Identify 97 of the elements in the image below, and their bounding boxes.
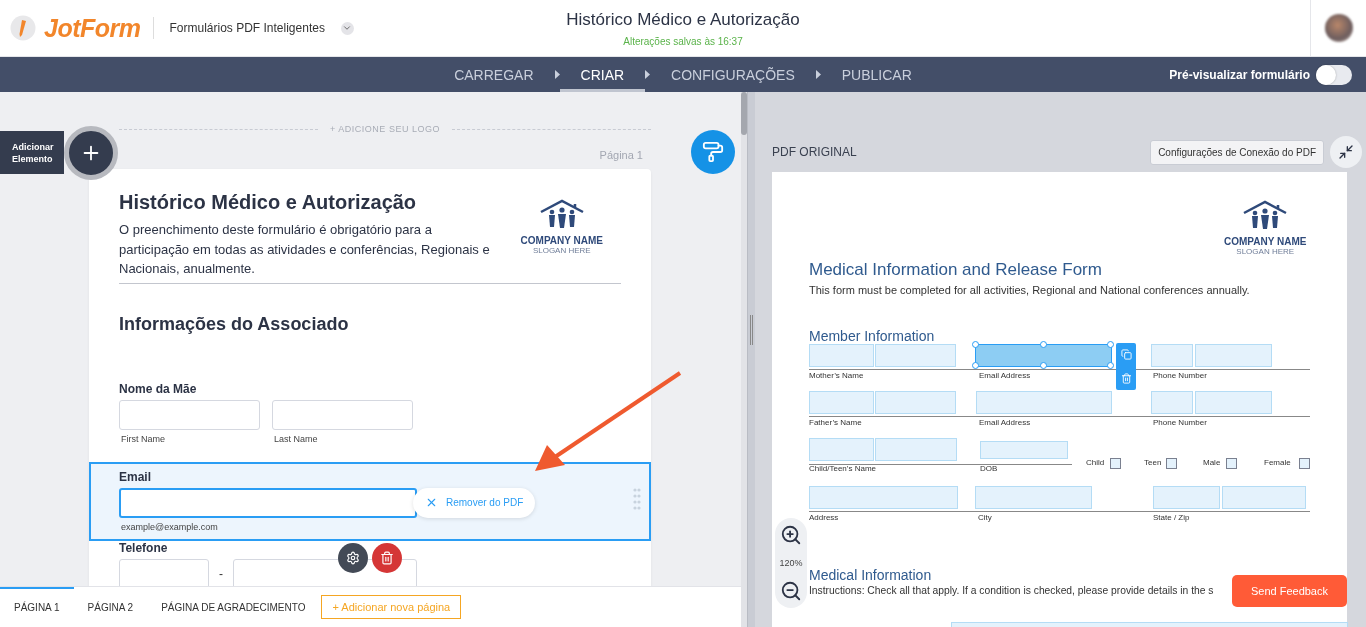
pdf-field-label: Phone Number — [1153, 371, 1207, 380]
pdf-field-box[interactable] — [975, 344, 1112, 367]
paint-roller-button[interactable] — [691, 130, 735, 174]
paint-roller-icon — [702, 141, 724, 163]
pdf-field-label: Email Address — [979, 418, 1031, 427]
form-heading: Histórico Médico e Autorização — [119, 191, 418, 214]
pdf-field-label: City — [978, 513, 992, 522]
field-label: Telefone — [119, 540, 168, 555]
save-status: Alterações salvas às 16:37 — [623, 35, 743, 47]
pdf-field-box[interactable] — [1195, 391, 1272, 414]
step-tab[interactable]: CRIAR — [559, 57, 646, 92]
form-field[interactable]: Telefone - — [89, 540, 651, 586]
pdf-field-box[interactable] — [976, 391, 1112, 414]
pdf-checkbox[interactable] — [1226, 458, 1237, 469]
pdf-field-box[interactable] — [1151, 344, 1193, 367]
form-field[interactable]: Nome da Mãe First Name Last Name — [89, 381, 651, 462]
pdf-checkbox[interactable] — [1110, 458, 1121, 469]
pdf-instructions: Instructions: Check all that apply. If a condition is checked, please provide details in the s — [809, 585, 1214, 596]
zoom-level: 120% — [779, 558, 803, 568]
pdf-field-label: Address — [809, 513, 839, 522]
add-element-button[interactable] — [64, 126, 118, 180]
caret-icon — [554, 70, 560, 79]
pdf-section-title: Medical Information — [809, 567, 932, 583]
pdf-field-label: Mother’s Name — [809, 371, 864, 380]
pdf-field-box[interactable] — [875, 391, 956, 414]
selected-field[interactable]: Email Remover do PDF example@example.com — [89, 461, 651, 541]
minimize-icon[interactable] — [1330, 136, 1362, 168]
pdf-subtitle: This form must be completed for all activities, Regional and National conferences annually. — [809, 284, 1250, 296]
company-name: COMPANY NAME — [520, 235, 603, 246]
pencil-logo-icon — [10, 15, 36, 41]
pdf-field-box[interactable] — [975, 486, 1092, 509]
copy-icon[interactable] — [1120, 349, 1132, 361]
pdf-field-label: State / Zip — [1153, 513, 1190, 522]
step-tab[interactable]: CARREGAR — [433, 57, 555, 92]
form-title: Histórico Médico e Autorização — [566, 9, 800, 30]
gear-icon — [346, 550, 360, 565]
preview-label: Pré-visualizar formulário — [1169, 67, 1310, 82]
pdf-field-box[interactable] — [809, 344, 874, 367]
resize-handle[interactable] — [750, 314, 753, 345]
avatar[interactable] — [1324, 14, 1353, 42]
pdf-field-box[interactable] — [1222, 486, 1306, 509]
pdf-field-box[interactable] — [875, 438, 957, 461]
text-input[interactable] — [119, 399, 260, 430]
company-name: COMPANY NAME — [1224, 236, 1307, 247]
phone-separator: - — [218, 566, 224, 581]
drag-handle-icon[interactable] — [633, 487, 641, 510]
company-slogan: SLOGAN HERE — [532, 246, 591, 255]
form-description: O preenchimento deste formulário é obrigatório para a participação em todas as atividades e conferências, Regionais e Nacionais, anualmente. — [119, 221, 491, 278]
field-sublabel: First Name — [120, 433, 166, 444]
field-label: Nome da Mãe — [119, 381, 197, 396]
close-icon — [425, 496, 438, 509]
field-sublabel: Last Name — [273, 433, 319, 444]
pdf-field-box[interactable] — [980, 441, 1068, 459]
pdf-field-box[interactable] — [809, 486, 958, 509]
page-label: Página 1 — [599, 149, 643, 161]
area-code-input[interactable] — [119, 558, 209, 586]
pdf-field-box[interactable] — [875, 344, 956, 367]
email-input[interactable] — [119, 487, 417, 518]
pdf-title: Medical Information and Release Form — [809, 260, 1102, 280]
chevron-down-icon[interactable] — [340, 21, 354, 35]
pdf-field-box[interactable] — [809, 391, 874, 414]
product-name[interactable]: Formulários PDF Inteligentes — [169, 21, 325, 35]
pdf-section-title: Member Information — [809, 328, 935, 344]
checkbox-label: Male — [1203, 458, 1221, 467]
zoom-out-icon[interactable] — [780, 580, 802, 602]
pdf-field-label: Email Address — [979, 371, 1031, 380]
pdf-field-label: Phone Number — [1153, 418, 1207, 427]
pdf-field-label: Father’s Name — [809, 418, 862, 427]
text-input[interactable] — [272, 399, 413, 430]
scrollbar-thumb[interactable] — [741, 92, 747, 135]
pdf-field-box[interactable] — [809, 438, 874, 461]
pdf-field-box[interactable] — [1151, 391, 1193, 414]
add-element-tab[interactable]: Adicionar Elemento — [0, 131, 64, 174]
logo-text: JotForm — [44, 13, 141, 43]
pdf-field-label: DOB — [980, 464, 998, 473]
company-slogan: SLOGAN HERE — [1236, 247, 1295, 256]
delete-icon[interactable] — [1120, 372, 1132, 384]
pdf-field-box[interactable] — [1195, 344, 1272, 367]
pdf-checkbox[interactable] — [1166, 458, 1177, 469]
trash-icon — [380, 550, 394, 565]
connection-settings-button[interactable]: Configurações de Conexão do PDF — [1150, 139, 1324, 165]
pdf-field-box[interactable] — [1153, 486, 1220, 509]
section-heading: Informações do Associado — [119, 313, 350, 335]
caret-icon — [645, 70, 651, 79]
checkbox-label: Teen — [1144, 458, 1162, 467]
step-tab[interactable]: PUBLICAR — [820, 57, 933, 92]
zoom-in-icon[interactable] — [780, 524, 802, 546]
checkbox-label: Female — [1264, 458, 1291, 467]
checkbox-label: Child — [1086, 458, 1105, 467]
step-tab[interactable]: CONFIGURAÇÕES — [650, 57, 816, 92]
preview-switch[interactable] — [1316, 64, 1352, 85]
pdf-heading: PDF ORIGINAL — [772, 145, 857, 159]
field-label: Email — [119, 469, 151, 484]
field-sublabel: example@example.com — [120, 521, 219, 532]
pdf-checkbox[interactable] — [1299, 458, 1310, 469]
pdf-field-label: Child/Teen’s Name — [809, 464, 876, 473]
caret-icon — [815, 70, 821, 79]
